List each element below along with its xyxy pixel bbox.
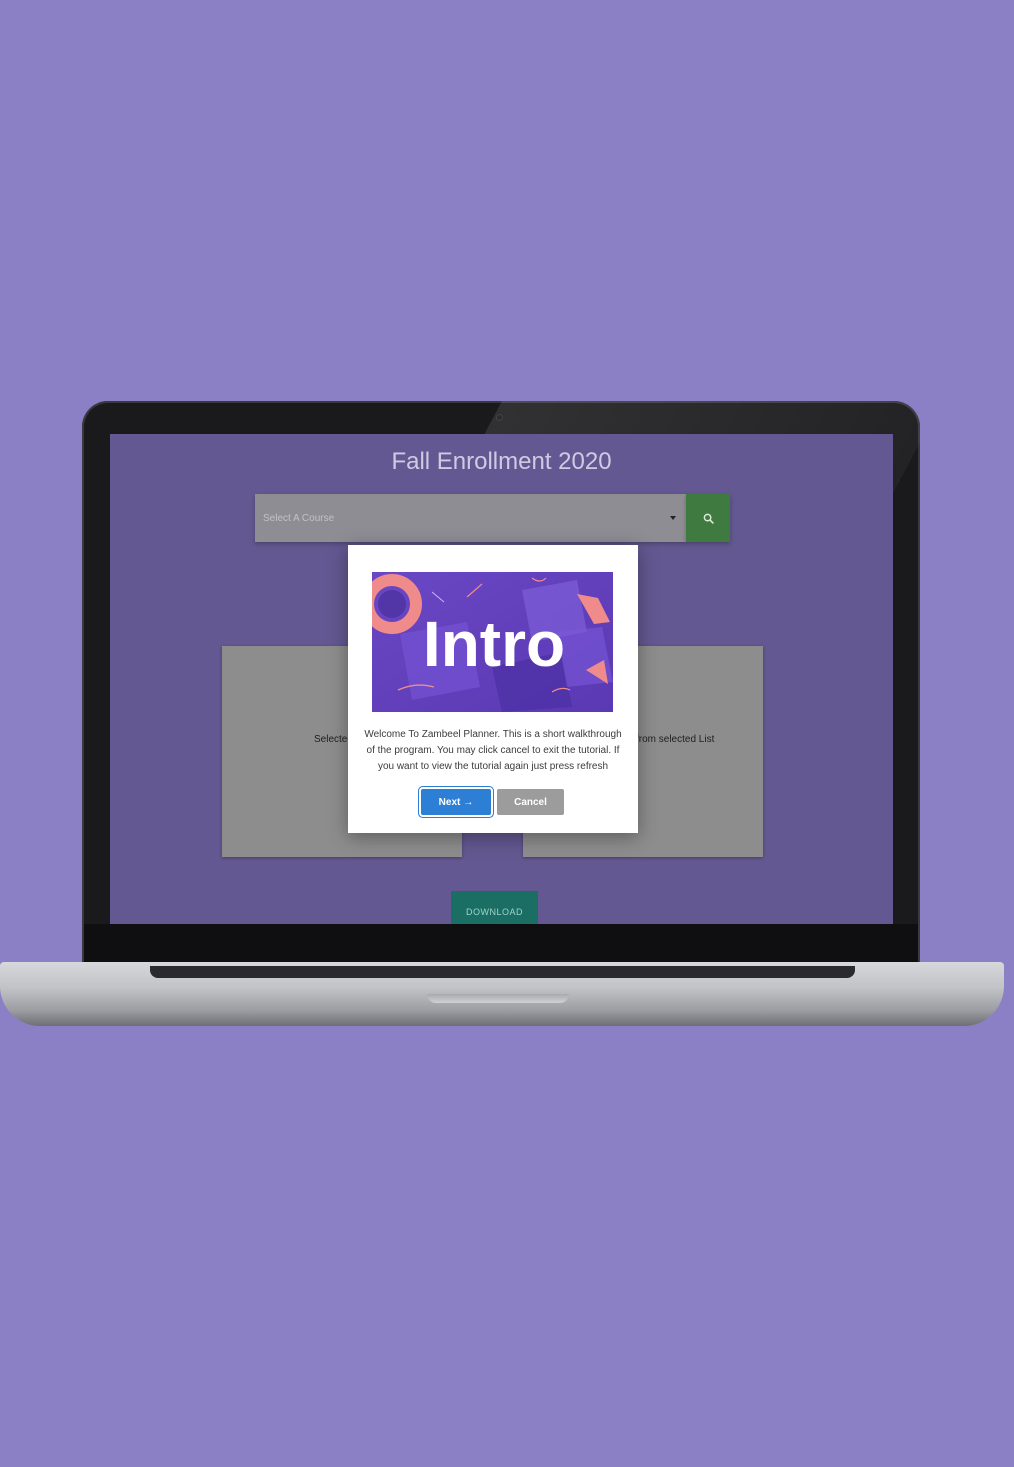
intro-modal: Intro Welcome To Zambeel Planner. This i…	[348, 545, 638, 833]
opening-notch	[427, 994, 569, 1003]
intro-image: Intro	[372, 572, 613, 712]
search-icon	[703, 513, 714, 524]
next-button-label: Next	[438, 796, 461, 808]
chevron-down-icon	[670, 516, 676, 520]
cancel-button[interactable]: Cancel	[497, 789, 564, 815]
course-select-placeholder: Select A Course	[263, 512, 335, 524]
keyboard-hinge	[150, 966, 855, 978]
course-select[interactable]: Select A Course	[255, 494, 686, 542]
laptop-bezel-bottom	[84, 924, 918, 966]
search-button[interactable]	[686, 494, 730, 542]
download-button[interactable]: DOWNLOAD	[451, 891, 538, 924]
page-title: Fall Enrollment 2020	[391, 448, 612, 475]
app-screen: Fall Enrollment 2020 Select A Course Sel…	[110, 434, 893, 924]
intro-illustration: Intro	[372, 572, 613, 712]
intro-image-text: Intro	[423, 608, 565, 680]
webcam	[496, 414, 503, 421]
tutorial-message: Welcome To Zambeel Planner. This is a sh…	[364, 729, 622, 772]
arrow-right-icon: →	[463, 796, 474, 808]
selected-list-label: from selected List	[636, 734, 715, 745]
next-button[interactable]: Next →	[421, 789, 491, 815]
